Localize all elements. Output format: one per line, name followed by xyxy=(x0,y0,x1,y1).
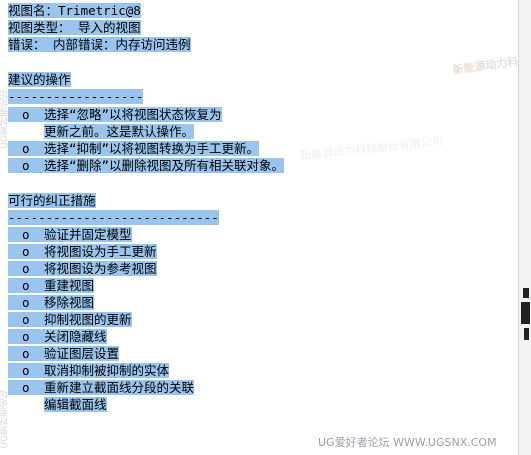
list-item-text: 重建视图 xyxy=(44,278,95,293)
bullet-marker: o xyxy=(22,158,30,173)
suggested-item-suppress: o 选择“抑制”以将视图转换为手工更新。 xyxy=(8,141,260,157)
corrective-item: o 验证并固定模型 xyxy=(8,227,132,243)
bullet-marker: o xyxy=(22,141,30,156)
list-item-text: 将视图设为参考视图 xyxy=(44,261,157,276)
list-item-text: 更新之前。这是默认操作。 xyxy=(44,124,195,139)
corrective-item: o 重新建立截面线分段的关联 xyxy=(8,380,195,396)
bullet-marker: o xyxy=(22,346,30,361)
list-item-text: 关闭隐藏线 xyxy=(44,329,107,344)
error-line: 错误： 内部错误：内存访问违例 xyxy=(8,37,191,53)
corrective-item: o 验证图层设置 xyxy=(8,346,120,362)
bullet-marker: o xyxy=(22,278,30,293)
bullet-marker: o xyxy=(22,107,30,122)
list-item-text: 取消抑制被抑制的实体 xyxy=(44,363,170,378)
suggested-rule-text: ------------------ xyxy=(8,89,144,104)
bullet-marker: o xyxy=(22,329,30,344)
bullet-marker: o xyxy=(22,363,30,378)
suggested-item-ignore: o 选择“忽略”以将视图状态恢复为 xyxy=(8,107,222,123)
suggested-rule: ------------------ xyxy=(8,89,144,105)
background-drawing-fragment xyxy=(521,302,530,324)
list-item-text: 选择“忽略”以将视图状态恢复为 xyxy=(44,107,222,122)
background-drawing-fragment xyxy=(523,288,529,298)
corrective-item: o 关闭隐藏线 xyxy=(8,329,107,345)
bullet-marker: o xyxy=(22,261,30,276)
corrective-heading: 可行的纠正措施 xyxy=(8,193,96,209)
corrective-item: o 移除视图 xyxy=(8,295,95,311)
list-item-text: 验证并固定模型 xyxy=(44,227,132,242)
bullet-marker: o xyxy=(22,227,30,242)
company-watermark-2: 新能源动力科技股份有限公司 xyxy=(299,134,444,163)
view-name-text: 视图名：Trimetric@8 xyxy=(8,3,141,18)
corrective-item: o 抑制视图的更新 xyxy=(8,312,132,328)
list-item-text: 选择“删除”以删除视图及所有相关联对象。 xyxy=(44,158,285,173)
error-text: 错误： 内部错误：内存访问违例 xyxy=(8,37,191,52)
corrective-item: o 取消抑制被抑制的实体 xyxy=(8,363,170,379)
list-item-text: 选择“抑制”以将视图转换为手工更新。 xyxy=(44,141,260,156)
bullet-marker: o xyxy=(22,312,30,327)
suggested-heading-text: 建议的操作 xyxy=(8,72,71,87)
corrective-item: o 将视图设为参考视图 xyxy=(8,261,157,277)
info-text-panel[interactable]: 新能源动力科技股份有限公司 新能源动力科技股份有限公司 UG爱好者论坛 UG爱好… xyxy=(0,0,518,455)
vertical-scrollbar[interactable] xyxy=(518,0,531,455)
corrective-heading-text: 可行的纠正措施 xyxy=(8,193,96,208)
list-item-text: 重新建立截面线分段的关联 xyxy=(44,380,195,395)
bullet-marker: o xyxy=(22,380,30,395)
suggested-item-delete: o 选择“删除”以删除视图及所有相关联对象。 xyxy=(8,158,285,174)
list-item-text: 抑制视图的更新 xyxy=(44,312,132,327)
corrective-item: o 将视图设为手工更新 xyxy=(8,244,157,260)
corrective-item-edit-section: 编辑截面线 xyxy=(8,397,107,413)
list-item-text: 验证图层设置 xyxy=(44,346,120,361)
list-item-text: 编辑截面线 xyxy=(44,397,107,412)
suggested-heading: 建议的操作 xyxy=(8,72,71,88)
company-watermark: 新能源动力科技股份有限公司 xyxy=(451,44,518,77)
list-item-text: 将视图设为手工更新 xyxy=(44,244,157,259)
corrective-rule: ---------------------------- xyxy=(8,210,219,226)
bullet-marker: o xyxy=(22,244,30,259)
corrective-item: o 重建视图 xyxy=(8,278,95,294)
background-drawing-fragment xyxy=(524,328,529,340)
view-type-text: 视图类型： 导入的视图 xyxy=(8,20,141,35)
view-name-line: 视图名：Trimetric@8 xyxy=(8,3,141,19)
suggested-item-ignore-cont: 更新之前。这是默认操作。 xyxy=(8,124,195,140)
corrective-rule-text: ---------------------------- xyxy=(8,210,219,225)
bullet-marker: o xyxy=(22,295,30,310)
view-type-line: 视图类型： 导入的视图 xyxy=(8,20,141,36)
forum-watermark: UG爱好者论坛 WWW.UGSNX.COM xyxy=(318,436,497,449)
list-item-text: 移除视图 xyxy=(44,295,95,310)
